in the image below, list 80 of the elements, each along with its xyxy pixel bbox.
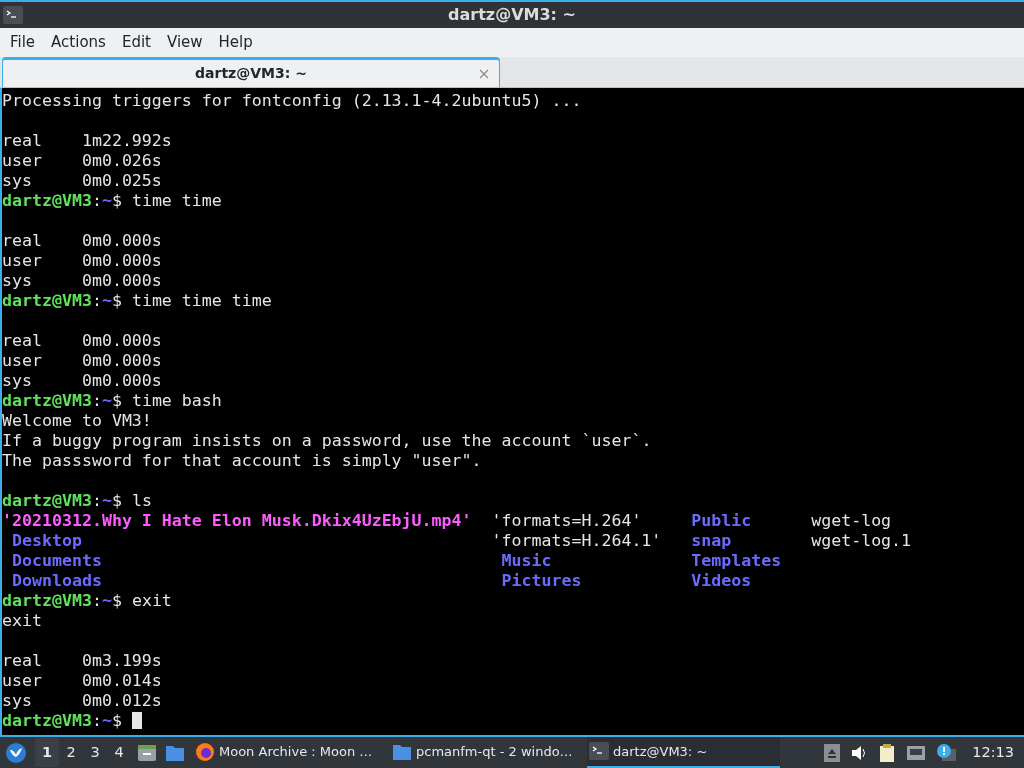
terminal-text: sys 0m0.025s [2,171,162,190]
terminal-text: : [91,291,102,310]
terminal-text: real 0m3.199s [2,651,162,670]
start-menu-icon[interactable] [5,741,27,764]
workspace-button[interactable]: 4 [107,738,131,767]
menu-item[interactable]: Actions [43,28,114,57]
prompt-path: ~ [101,191,112,210]
terminal-text: sys 0m0.000s [2,371,162,390]
file-name: '20210312.Why I Hate Elon Musk.Dkix4UzEbjU.mp4' [2,511,472,530]
terminal-text: user 0m0.000s [2,251,162,270]
directory-name: Pictures [500,571,582,590]
terminal-tab[interactable]: dartz@VM3: ~ [2,57,500,87]
close-icon[interactable] [479,68,489,79]
prompt-user: dartz@VM3 [2,191,92,210]
taskbar-task[interactable]: pcmanfm-qt - 2 windo… [390,737,583,768]
file-cabinet-icon[interactable] [137,742,157,763]
directory-name: Documents [11,551,102,570]
workspace-button[interactable]: 3 [83,738,107,767]
notification-icon[interactable] [936,742,957,763]
terminal-text: $ time time time [111,291,272,310]
prompt-path: ~ [101,491,112,510]
tab-label: dartz@VM3: ~ [195,64,307,83]
directory-name: Downloads [11,571,102,590]
terminal-text: exit [2,611,42,630]
menu-item[interactable]: Help [210,28,261,57]
terminal-text: $ ls [111,491,152,510]
terminal-text: wget-log.1 [811,531,912,550]
terminal-icon [589,741,609,762]
terminal-text: Processing triggers for fontconfig (2.13.1-4.2ubuntu5) ... [2,91,582,110]
prompt-path: ~ [101,711,112,730]
clock: 12:13 [972,742,1014,762]
directory-name: Videos [691,571,752,590]
terminal-icon [3,6,23,24]
taskbar-task[interactable]: dartz@VM3: ~ [587,737,780,768]
terminal-text: $ exit [111,591,172,610]
terminal-text: $ time bash [111,391,222,410]
terminal-text: $ time time [111,191,222,210]
menu-item[interactable]: View [158,28,211,57]
text-cursor [131,712,142,729]
menu-item[interactable]: Edit [113,28,159,57]
terminal-text: : [91,191,102,210]
terminal-text: : [91,591,102,610]
terminal-text: 'formats=H.264' [491,511,642,530]
terminal-text: : [91,491,102,510]
terminal-text: real 0m0.000s [2,231,162,250]
terminal-text: Welcome to VM3! [2,411,152,430]
terminal-text: The passsword for that account is simply "user". [2,451,482,470]
window-title: dartz@VM3: ~ [448,4,576,26]
prompt-user: dartz@VM3 [2,591,92,610]
directory-name: Music [500,551,552,570]
directory-name: snap [691,531,732,550]
terminal-text: real 0m0.000s [2,331,162,350]
terminal-text: user 0m0.000s [2,351,162,370]
clipboard-icon[interactable] [878,742,897,763]
prompt-user: dartz@VM3 [2,711,92,730]
terminal-text: wget-log [811,511,892,530]
eject-icon[interactable] [824,743,841,762]
menu-item[interactable]: File [2,28,44,57]
prompt-path: ~ [101,291,112,310]
prompt-user: dartz@VM3 [2,391,92,410]
terminal-text: real 1m22.992s [2,131,172,150]
taskbar-task[interactable]: Moon Archive : Moon … [193,737,386,768]
terminal-text: $ [111,711,123,730]
directory-name: Public [691,511,752,530]
terminal-text: sys 0m0.012s [2,691,162,710]
workspace-button[interactable]: 1 [35,738,59,767]
terminal-text: If a buggy program insists on a password, use the account `user`. [2,431,652,450]
terminal-text: : [91,711,102,730]
prompt-user: dartz@VM3 [2,291,92,310]
prompt-path: ~ [101,391,112,410]
terminal-text: user 0m0.026s [2,151,162,170]
prompt-path: ~ [101,591,112,610]
prompt-user: dartz@VM3 [2,491,92,510]
terminal-text: sys 0m0.000s [2,271,162,290]
terminal-text: 'formats=H.264.1' [491,531,662,550]
terminal-text: : [91,391,102,410]
terminal-text: user 0m0.014s [2,671,162,690]
workspace-button[interactable]: 2 [59,738,83,767]
directory-name: Desktop [11,531,82,550]
directory-name: Templates [691,551,782,570]
